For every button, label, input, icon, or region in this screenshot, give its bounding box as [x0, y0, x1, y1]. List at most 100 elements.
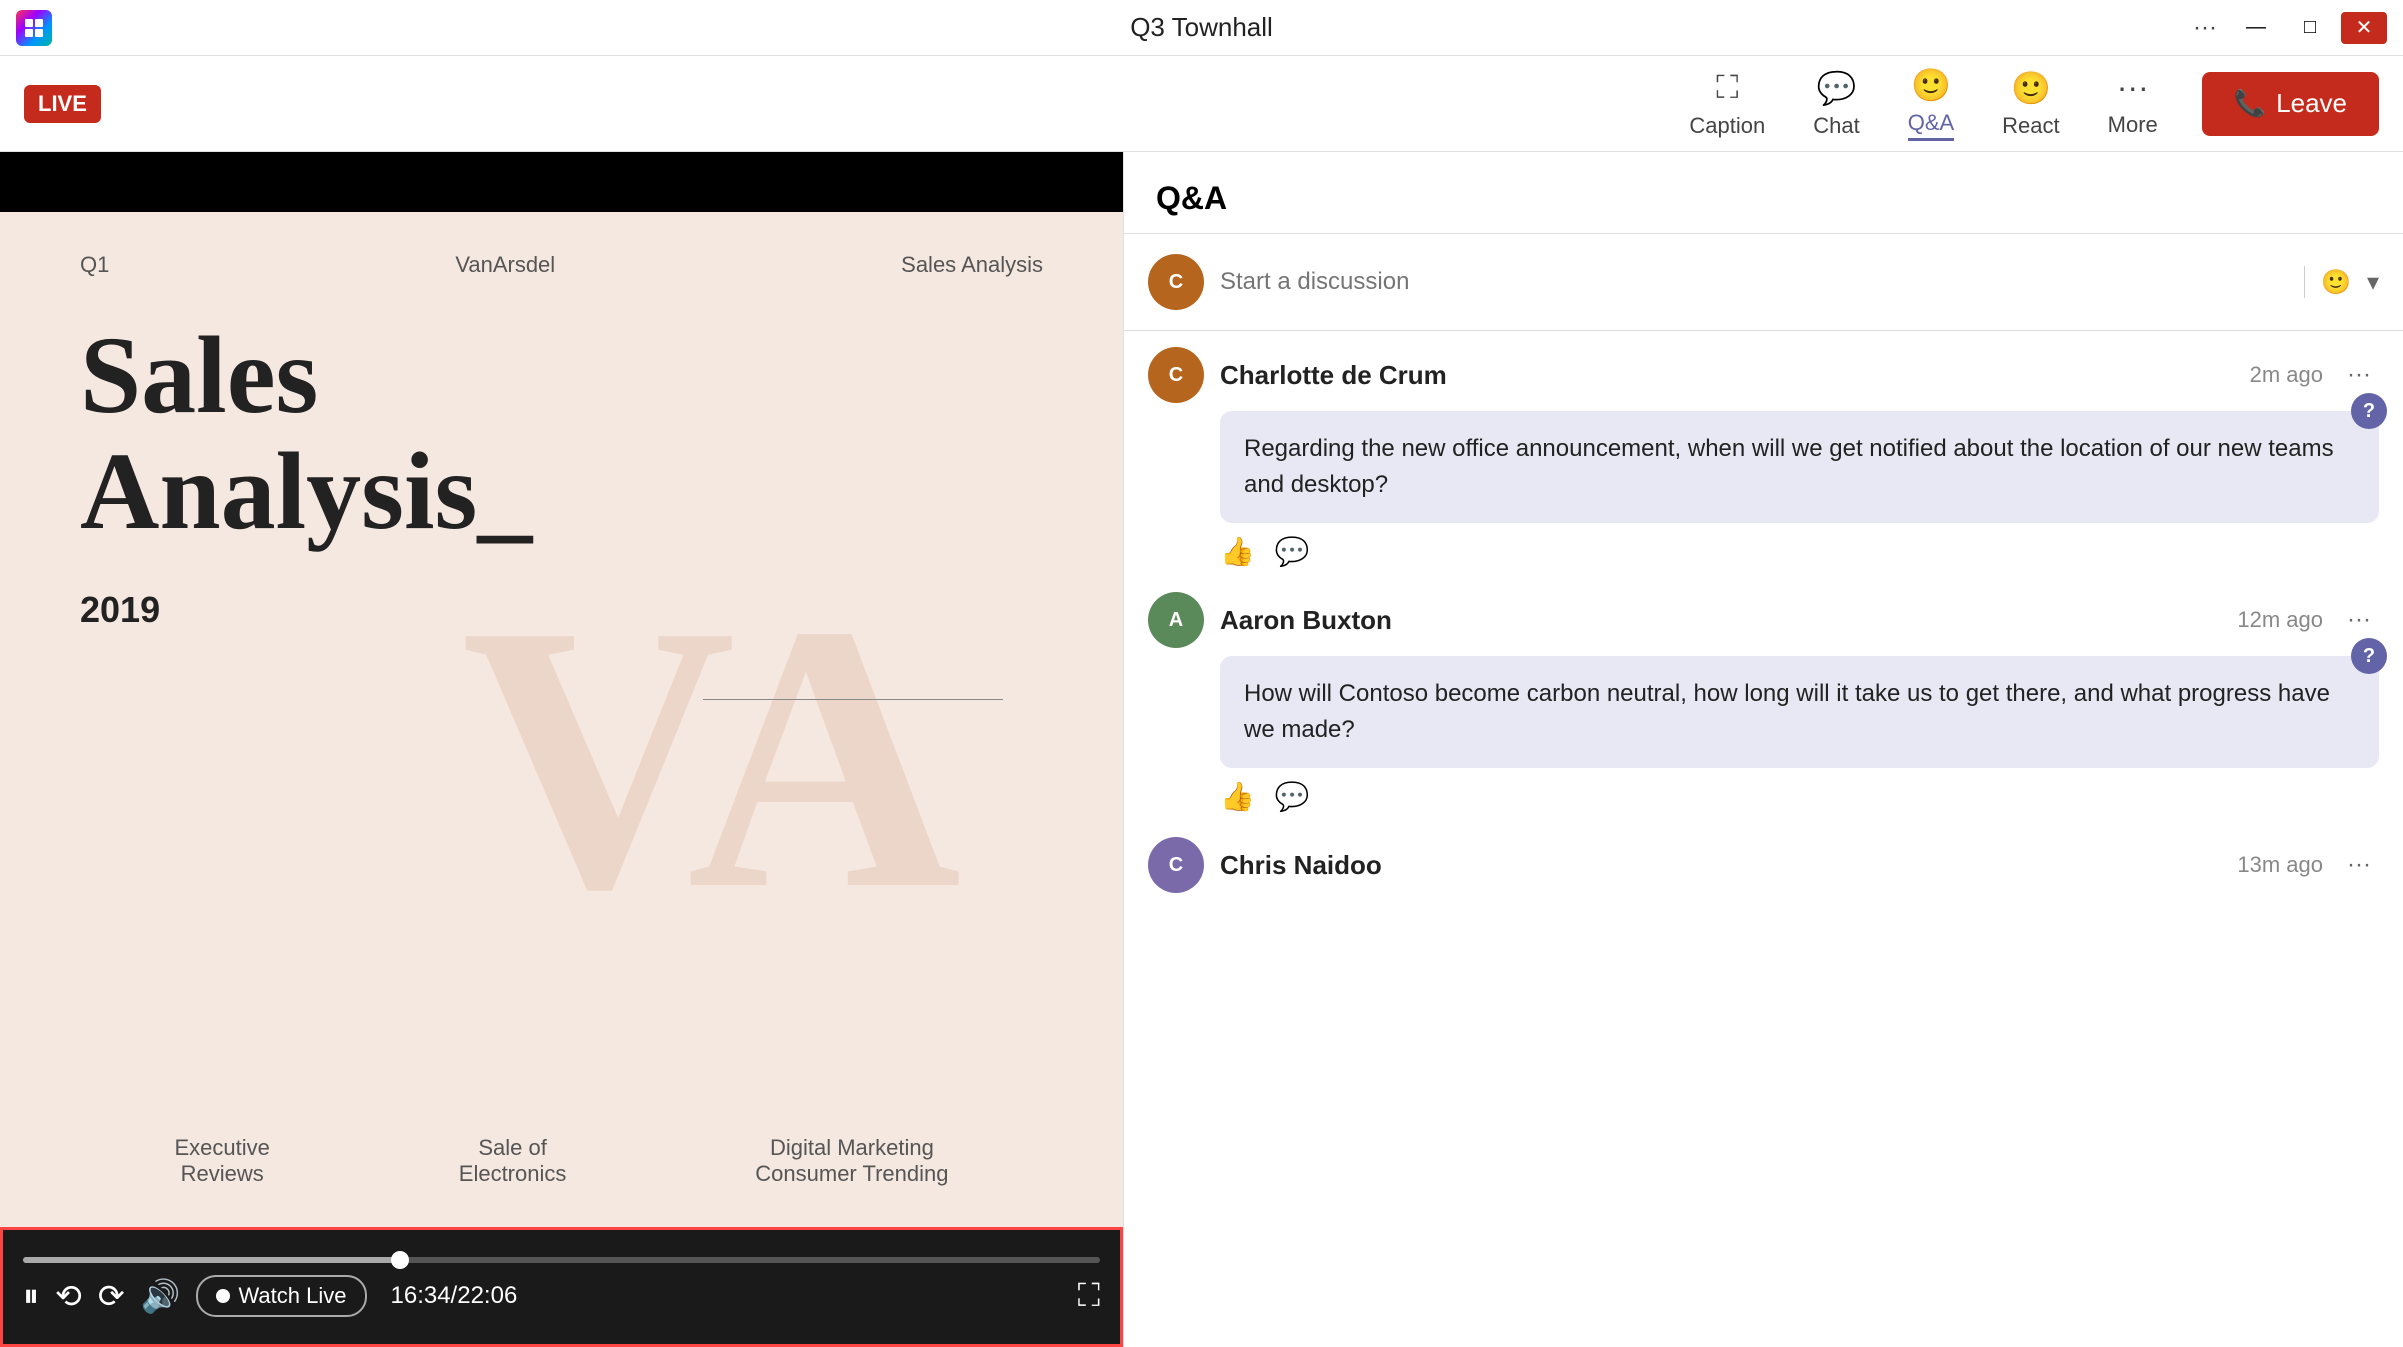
qa-header: Q&A	[1124, 152, 2403, 234]
qa-message-2-more[interactable]: ···	[2339, 602, 2379, 638]
caption-button[interactable]: ⛶ Caption	[1669, 61, 1785, 147]
more-button[interactable]: ··· More	[2088, 61, 2178, 146]
slide-title: Sales Analysis_	[80, 318, 1043, 549]
qa-message-1-actions: 👍 💬	[1220, 531, 2379, 568]
qa-label: Q&A	[1908, 110, 1954, 141]
black-bar	[0, 152, 1123, 212]
qa-input-row: C 🙂 ▾	[1124, 234, 2403, 331]
qa-button[interactable]: 🙂 Q&A	[1888, 58, 1974, 149]
watch-live-label: Watch Live	[238, 1283, 346, 1309]
fullscreen-button[interactable]: ⛶	[1078, 1277, 1100, 1315]
qa-message-2-avatar: A	[1148, 592, 1204, 648]
qa-message-3-time: 13m ago	[2237, 852, 2323, 878]
qa-message-3-name: Chris Naidoo	[1220, 850, 2221, 881]
qa-user-avatar: C	[1148, 254, 1204, 310]
slide-title-line1: Sales	[80, 318, 1043, 434]
window-title: Q3 Townhall	[1130, 12, 1273, 43]
footer-item-2-line1: Sale of	[459, 1135, 567, 1161]
chat-button[interactable]: 💬 Chat	[1793, 61, 1879, 147]
slide-footer: Executive Reviews Sale of Electronics Di…	[80, 1135, 1043, 1187]
slide-year: 2019	[80, 589, 1043, 631]
maximize-button[interactable]: □	[2287, 12, 2333, 44]
live-dot	[216, 1289, 230, 1303]
qa-message-1-question-icon: ?	[2351, 393, 2387, 429]
qa-discussion-input[interactable]	[1220, 268, 2288, 296]
react-icon: 🙂	[2011, 69, 2051, 107]
qa-message-2-time: 12m ago	[2237, 607, 2323, 633]
chat-icon: 💬	[1817, 69, 1857, 107]
qa-message-3: C Chris Naidoo 13m ago ···	[1148, 837, 2379, 893]
qa-emoji-icon[interactable]: 🙂	[2321, 268, 2351, 297]
rewind-button[interactable]: ⟲	[55, 1277, 82, 1315]
qa-message-2-name: Aaron Buxton	[1220, 605, 2221, 636]
qa-message-1: C Charlotte de Crum 2m ago ··· ? Regardi…	[1148, 347, 2379, 568]
title-bar: Q3 Townhall ··· — □ ✕	[0, 0, 2403, 56]
slide-header-brand: VanArsdel	[455, 252, 555, 278]
play-pause-button[interactable]: ⏸	[23, 1277, 39, 1315]
progress-bar[interactable]	[23, 1257, 1100, 1263]
slide-title-line2: Analysis_	[80, 434, 1043, 550]
controls-row: ⏸ ⟲ ⟳ 🔊 Watch Live 16:34/22:06 ⛶	[23, 1275, 1100, 1317]
footer-item-3-line2: Consumer Trending	[755, 1161, 948, 1187]
react-label: React	[2002, 113, 2059, 139]
video-controls: ⏸ ⟲ ⟳ 🔊 Watch Live 16:34/22:06 ⛶	[0, 1227, 1123, 1347]
qa-message-2-question-icon: ?	[2351, 638, 2387, 674]
qa-message-1-name: Charlotte de Crum	[1220, 360, 2234, 391]
close-button[interactable]: ✕	[2341, 12, 2387, 44]
qa-message-3-header: C Chris Naidoo 13m ago ···	[1148, 837, 2379, 893]
qa-icon: 🙂	[1911, 66, 1951, 104]
qa-messages: C Charlotte de Crum 2m ago ··· ? Regardi…	[1124, 331, 2403, 1347]
qa-input-separator	[2304, 266, 2305, 298]
qa-message-2-reply[interactable]: 💬	[1275, 780, 1310, 813]
qa-message-2-actions: 👍 💬	[1220, 776, 2379, 813]
footer-item-2: Sale of Electronics	[459, 1135, 567, 1187]
app-icon	[16, 10, 52, 46]
main-content: Q1 VanArsdel Sales Analysis VA Sales Ana…	[0, 152, 2403, 1347]
forward-button[interactable]: ⟳	[98, 1277, 125, 1315]
qa-panel: Q&A C 🙂 ▾ C Charlotte de Crum 2m ago ···…	[1123, 152, 2403, 1347]
qa-message-2-bubble: ? How will Contoso become carbon neutral…	[1220, 656, 2379, 768]
slide-line	[703, 699, 1003, 700]
footer-item-1-line1: Executive	[174, 1135, 269, 1161]
slide-content: Q1 VanArsdel Sales Analysis VA Sales Ana…	[0, 212, 1123, 1227]
live-badge: LIVE	[24, 85, 101, 123]
title-bar-controls: ··· — □ ✕	[2185, 10, 2387, 46]
qa-message-1-avatar: C	[1148, 347, 1204, 403]
watch-live-button[interactable]: Watch Live	[196, 1275, 366, 1317]
qa-message-1-more[interactable]: ···	[2339, 357, 2379, 393]
footer-item-1-line2: Reviews	[174, 1161, 269, 1187]
slide-header: Q1 VanArsdel Sales Analysis	[80, 252, 1043, 278]
leave-label: Leave	[2276, 88, 2347, 119]
react-button[interactable]: 🙂 React	[1982, 61, 2079, 147]
footer-item-3-line1: Digital Marketing	[755, 1135, 948, 1161]
leave-button[interactable]: 📞 Leave	[2202, 72, 2379, 136]
progress-fill	[23, 1257, 400, 1263]
caption-icon: ⛶	[1716, 69, 1738, 107]
qa-message-2-header: A Aaron Buxton 12m ago ···	[1148, 592, 2379, 648]
minimize-button[interactable]: —	[2233, 12, 2279, 44]
qa-message-2: A Aaron Buxton 12m ago ··· ? How will Co…	[1148, 592, 2379, 813]
progress-knob[interactable]	[391, 1251, 409, 1269]
caption-label: Caption	[1689, 113, 1765, 139]
slide-container: Q1 VanArsdel Sales Analysis VA Sales Ana…	[0, 212, 1123, 1227]
qa-message-1-text: Regarding the new office announcement, w…	[1244, 435, 2334, 498]
title-bar-more[interactable]: ···	[2185, 10, 2225, 46]
more-label: More	[2108, 112, 2158, 138]
qa-message-1-header: C Charlotte de Crum 2m ago ···	[1148, 347, 2379, 403]
footer-item-1: Executive Reviews	[174, 1135, 269, 1187]
qa-message-1-reply[interactable]: 💬	[1275, 535, 1310, 568]
toolbar: LIVE ⛶ Caption 💬 Chat 🙂 Q&A 🙂 React ··· …	[0, 56, 2403, 152]
title-bar-left	[16, 10, 52, 46]
qa-message-1-like[interactable]: 👍	[1220, 535, 1255, 568]
slide-header-title: Sales Analysis	[901, 252, 1043, 278]
qa-message-1-bubble: ? Regarding the new office announcement,…	[1220, 411, 2379, 523]
qa-message-2-like[interactable]: 👍	[1220, 780, 1255, 813]
leave-phone-icon: 📞	[2234, 88, 2266, 119]
qa-message-3-more[interactable]: ···	[2339, 847, 2379, 883]
volume-button[interactable]: 🔊	[141, 1277, 181, 1315]
slide-header-q1: Q1	[80, 252, 109, 278]
footer-item-2-line2: Electronics	[459, 1161, 567, 1187]
qa-message-2-text: How will Contoso become carbon neutral, …	[1244, 680, 2330, 743]
qa-message-1-time: 2m ago	[2250, 362, 2323, 388]
qa-dropdown-icon[interactable]: ▾	[2367, 268, 2379, 297]
